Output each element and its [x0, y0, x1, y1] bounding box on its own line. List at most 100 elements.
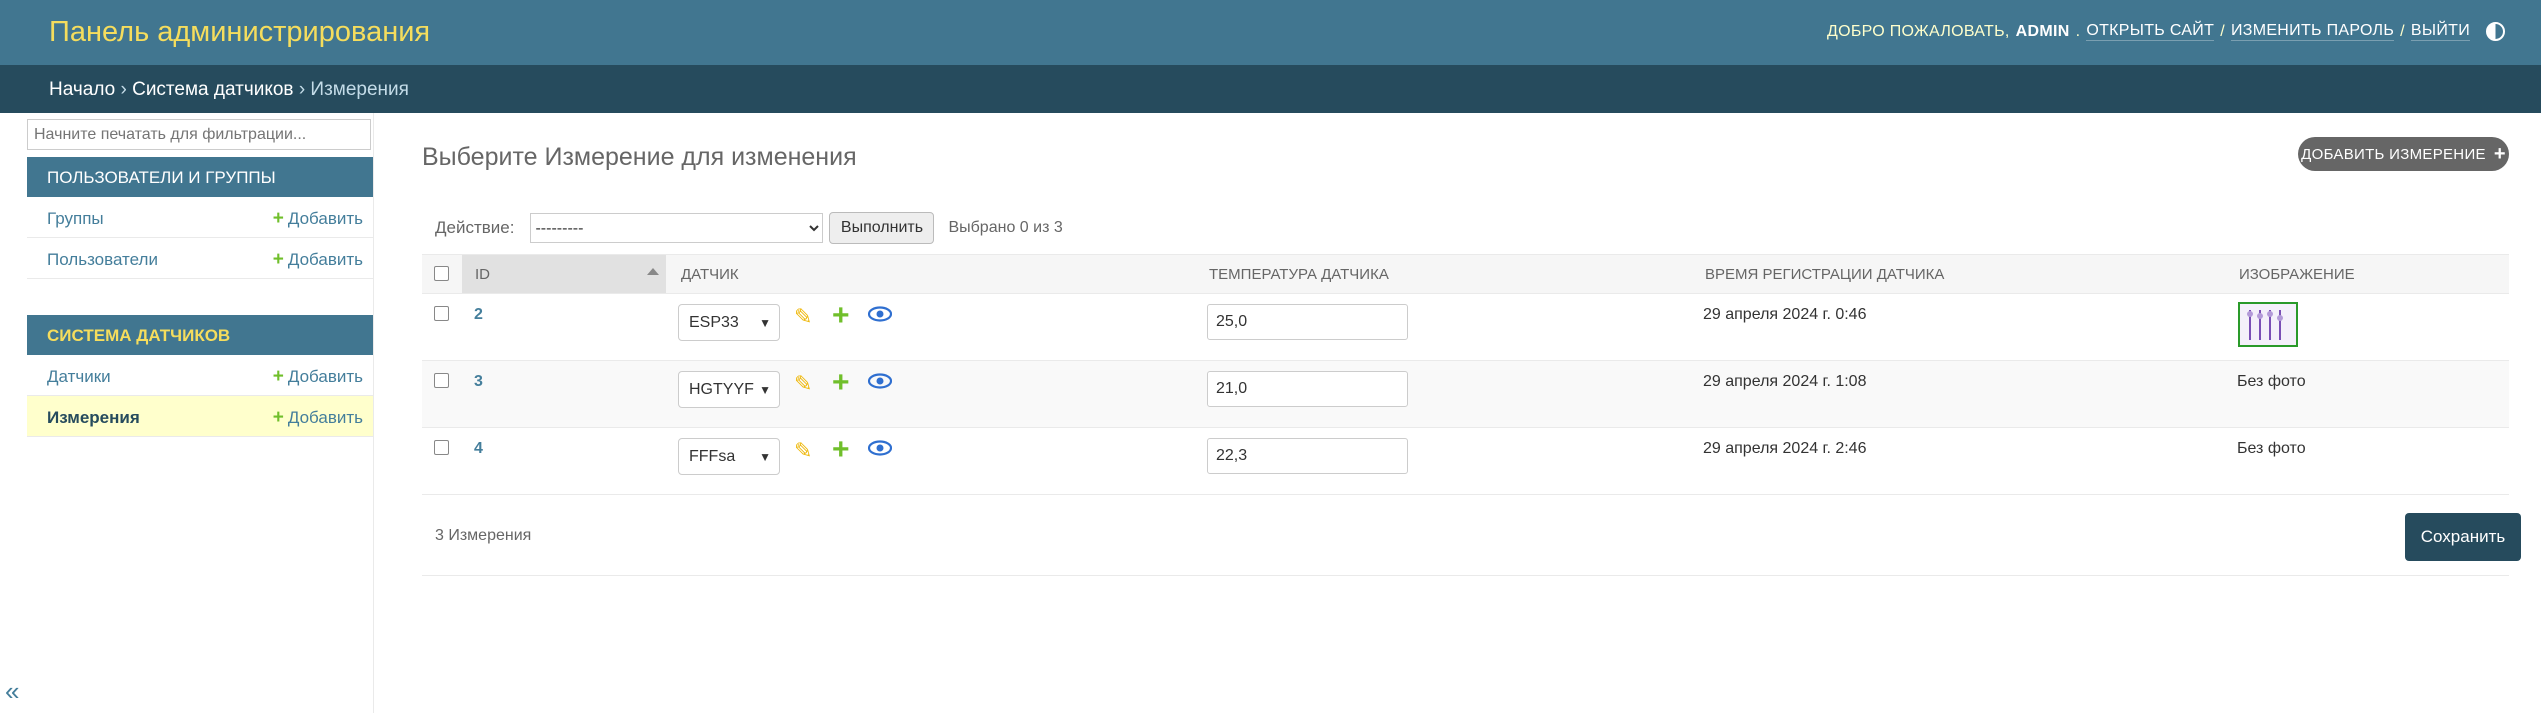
- header: Панель администрирования Добро пожаловат…: [0, 0, 2541, 65]
- plus-icon: +: [272, 407, 284, 428]
- chart-thumbnail-icon: [2240, 304, 2296, 345]
- column-header-sensor[interactable]: Датчик: [681, 266, 739, 283]
- sidebar-item-label[interactable]: Датчики: [47, 367, 111, 387]
- no-photo-label: Без фото: [2237, 373, 2306, 390]
- eye-icon[interactable]: [868, 373, 892, 389]
- column-header-temperature[interactable]: Температура датчика: [1209, 266, 1389, 283]
- sensor-select-value: FFFsa: [689, 448, 736, 465]
- contrast-icon[interactable]: [2486, 22, 2505, 41]
- select-all-checkbox[interactable]: [434, 266, 449, 281]
- pencil-icon[interactable]: ✎: [794, 438, 812, 464]
- add-link[interactable]: + Добавить: [273, 367, 363, 387]
- add-link-label: Добавить: [287, 250, 363, 269]
- sidebar-item-label[interactable]: Пользователи: [47, 250, 158, 270]
- column-header-id[interactable]: ID: [475, 266, 490, 283]
- username: admin: [2015, 22, 2070, 40]
- row-checkbox[interactable]: [434, 440, 449, 455]
- sorted-column-bg: [462, 255, 666, 293]
- add-measurement-button[interactable]: Добавить Измерение +: [2298, 137, 2509, 171]
- sensor-image-thumbnail[interactable]: [2238, 302, 2298, 347]
- change-password-link[interactable]: Изменить пароль: [2230, 22, 2395, 41]
- result-count: 3 Измерения: [435, 527, 532, 544]
- temperature-input[interactable]: [1207, 438, 1408, 474]
- sensor-select[interactable]: HGTYYF ▼: [678, 371, 780, 408]
- column-header-image[interactable]: Изображение: [2239, 266, 2355, 283]
- sidebar-collapse-button[interactable]: «: [5, 676, 19, 707]
- breadcrumb: Начало › Система датчиков › Измерения: [0, 65, 2541, 113]
- eye-icon[interactable]: [868, 306, 892, 322]
- nav-filter-input[interactable]: [27, 119, 371, 150]
- plus-icon: +: [272, 249, 284, 270]
- separator: /: [2220, 22, 2225, 40]
- pencil-icon[interactable]: ✎: [794, 371, 812, 397]
- table-row: 3 HGTYYF ▼ ✎ + 29 апреля 2024 г. 1:08 Без…: [422, 361, 2509, 428]
- action-label: Действие:: [435, 218, 515, 237]
- add-link-label: Добавить: [287, 367, 363, 386]
- plus-icon[interactable]: +: [832, 366, 850, 400]
- row-id-link[interactable]: 3: [474, 373, 483, 391]
- add-link[interactable]: + Добавить: [273, 209, 363, 229]
- eye-icon[interactable]: [868, 440, 892, 456]
- sensor-select-value: HGTYYF: [689, 381, 754, 398]
- logout-link[interactable]: Выйти: [2410, 22, 2470, 41]
- breadcrumb-app[interactable]: Система датчиков: [132, 79, 293, 100]
- row-id-link[interactable]: 4: [474, 440, 483, 458]
- registration-time: 29 апреля 2024 г. 2:46: [1703, 440, 1867, 457]
- go-button[interactable]: Выполнить: [829, 212, 935, 244]
- breadcrumb-separator: ›: [298, 79, 306, 100]
- breadcrumb-separator: ›: [120, 79, 127, 100]
- sidebar-item-sensors[interactable]: Датчики + Добавить: [27, 355, 373, 396]
- add-button-label: Добавить Измерение: [2301, 145, 2486, 163]
- plus-icon[interactable]: +: [832, 299, 850, 333]
- action-select[interactable]: ---------: [530, 213, 824, 243]
- temperature-input[interactable]: [1207, 304, 1408, 340]
- page-title: Выберите Измерение для изменения: [422, 143, 857, 171]
- plus-icon: +: [272, 208, 284, 229]
- registration-time: 29 апреля 2024 г. 1:08: [1703, 373, 1867, 390]
- sidebar: Пользователи и группы Группы +Добавить П…: [27, 113, 374, 713]
- breadcrumb-home[interactable]: Начало: [49, 79, 115, 100]
- site-brand[interactable]: Панель администрирования: [49, 16, 430, 49]
- column-header-time[interactable]: Время регистрации датчика: [1705, 266, 1944, 283]
- sidebar-item-label[interactable]: Группы: [47, 209, 104, 229]
- save-button[interactable]: Сохранить: [2405, 513, 2521, 561]
- sidebar-item-users[interactable]: Пользователи + Добавить: [27, 238, 373, 279]
- user-tools: Добро пожаловать, admin. Открыть сайт / …: [1827, 22, 2505, 41]
- table-row: 2 ESP33 ▼ ✎ + 29 апреля 2024 г. 0:46: [422, 294, 2509, 361]
- pencil-icon[interactable]: ✎: [794, 304, 812, 330]
- row-checkbox[interactable]: [434, 306, 449, 321]
- plus-icon: +: [272, 366, 284, 387]
- sensor-select[interactable]: ESP33 ▼: [678, 304, 780, 341]
- module-caption-users-groups[interactable]: Пользователи и группы: [27, 157, 373, 197]
- paginator: 3 Измерения: [422, 497, 2509, 576]
- sensor-select[interactable]: FFFsa ▼: [678, 438, 780, 475]
- sidebar-item-groups[interactable]: Группы + Добавить: [27, 197, 373, 238]
- sort-ascending-icon[interactable]: [647, 268, 659, 275]
- actions-bar: Действие: --------- Выполнить Выбрано 0 …: [435, 212, 1063, 244]
- temperature-input[interactable]: [1207, 371, 1408, 407]
- no-photo-label: Без фото: [2237, 440, 2306, 457]
- chevron-down-icon: ▼: [759, 316, 771, 330]
- view-site-link[interactable]: Открыть сайт: [2086, 22, 2215, 41]
- add-link[interactable]: + Добавить: [273, 250, 363, 270]
- row-checkbox[interactable]: [434, 373, 449, 388]
- selected-count: Выбрано 0 из 3: [948, 219, 1063, 236]
- breadcrumb-current: Измерения: [310, 79, 409, 100]
- module-caption-sensor-system[interactable]: Система датчиков: [27, 315, 373, 355]
- row-id-link[interactable]: 2: [474, 306, 483, 324]
- add-link[interactable]: + Добавить: [273, 408, 363, 428]
- sidebar-item-measurements[interactable]: Измерения + Добавить: [27, 396, 373, 437]
- table-header: ID Датчик Температура датчика Время реги…: [422, 254, 2509, 294]
- sensor-select-value: ESP33: [689, 314, 739, 331]
- welcome-text: Добро пожаловать,: [1826, 22, 2010, 40]
- add-link-label: Добавить: [287, 209, 363, 228]
- plus-icon[interactable]: +: [832, 433, 850, 467]
- sidebar-item-label[interactable]: Измерения: [47, 408, 140, 428]
- chevron-down-icon: ▼: [759, 383, 771, 397]
- separator: /: [2400, 22, 2405, 40]
- plus-icon: +: [2493, 142, 2506, 165]
- registration-time: 29 апреля 2024 г. 0:46: [1703, 306, 1867, 323]
- add-link-label: Добавить: [287, 408, 363, 427]
- table-row: 4 FFFsa ▼ ✎ + 29 апреля 2024 г. 2:46 Без …: [422, 428, 2509, 495]
- chevron-down-icon: ▼: [759, 450, 771, 464]
